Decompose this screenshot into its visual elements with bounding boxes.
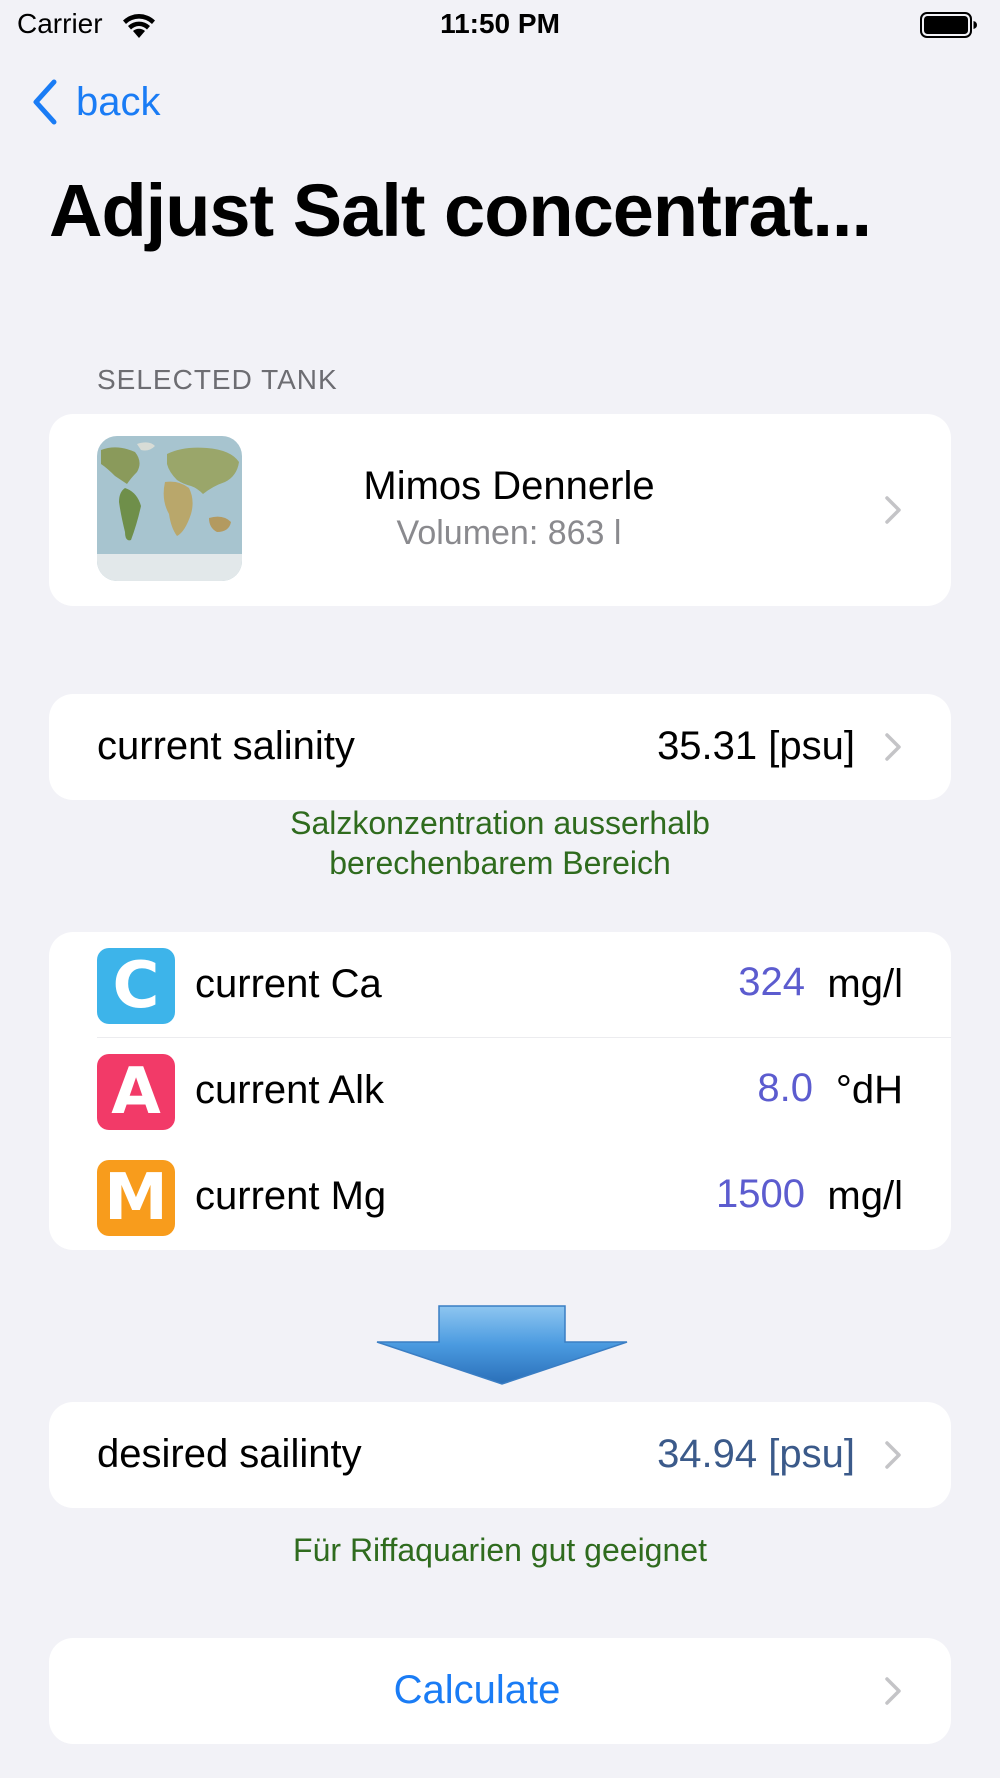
calculate-label: Calculate xyxy=(393,1668,561,1712)
section-header-selected-tank: SELECTED TANK xyxy=(97,364,338,395)
calcium-badge-icon: C xyxy=(97,948,175,1024)
chevron-right-icon xyxy=(885,1677,901,1705)
tank-thumbnail-image xyxy=(97,436,242,581)
ion-label-alk: current Alk xyxy=(195,1068,384,1112)
chevron-right-icon xyxy=(885,733,901,761)
current-salinity-value: 35.31 [psu] xyxy=(657,724,855,768)
current-salinity-label: current salinity xyxy=(97,724,355,768)
ion-row-mg: M current Mg 1500 mg/l xyxy=(49,1144,951,1250)
salinity-warning-line1: Salzkonzentration ausserhalb xyxy=(290,805,710,841)
chevron-right-icon xyxy=(885,1441,901,1469)
ion-value-alk-input[interactable]: 8.0 xyxy=(757,1066,813,1111)
battery-icon xyxy=(920,12,977,38)
tank-volume: Volumen: 863 l xyxy=(396,514,622,552)
ion-unit-mg: mg/l xyxy=(827,1174,903,1218)
ions-card: C current Ca 324 mg/l A current Alk 8.0 … xyxy=(49,932,951,1250)
ion-unit-alk: °dH xyxy=(835,1068,903,1112)
ion-value-ca-input[interactable]: 324 xyxy=(738,960,805,1005)
salinity-warning-note: Salzkonzentration ausserhalb berechenbar… xyxy=(49,803,951,883)
alkalinity-badge-icon: A xyxy=(97,1054,175,1130)
chevron-right-icon xyxy=(885,496,901,524)
selected-tank-row[interactable]: Mimos Dennerle Volumen: 863 l xyxy=(49,414,951,606)
salinity-warning-line2: berechenbarem Bereich xyxy=(329,845,671,881)
page-title: Adjust Salt concentrat... xyxy=(49,169,872,252)
desired-salinity-note: Für Riffaquarien gut geeignet xyxy=(293,1532,707,1568)
down-arrow-icon xyxy=(376,1305,628,1385)
ion-row-ca: C current Ca 324 mg/l xyxy=(49,932,951,1038)
desired-salinity-label: desired sailinty xyxy=(97,1432,362,1476)
ion-label-ca: current Ca xyxy=(195,962,382,1006)
desired-salinity-value: 34.94 [psu] xyxy=(657,1432,855,1476)
calculate-button[interactable]: Calculate xyxy=(49,1638,951,1744)
back-button[interactable]: back xyxy=(28,76,161,128)
ion-label-mg: current Mg xyxy=(195,1174,387,1218)
current-salinity-row[interactable]: current salinity 35.31 [psu] xyxy=(49,694,951,800)
desired-salinity-row[interactable]: desired sailinty 34.94 [psu] xyxy=(49,1402,951,1508)
magnesium-badge-icon: M xyxy=(97,1160,175,1236)
status-bar: Carrier 11:50 PM xyxy=(0,0,1000,52)
tank-name: Mimos Dennerle xyxy=(363,464,655,508)
ion-unit-ca: mg/l xyxy=(827,962,903,1006)
back-label: back xyxy=(76,79,161,124)
ion-value-mg-input[interactable]: 1500 xyxy=(716,1172,805,1217)
ion-row-alk: A current Alk 8.0 °dH xyxy=(49,1038,951,1144)
chevron-left-icon xyxy=(33,79,57,125)
status-time: 11:50 PM xyxy=(440,8,560,39)
